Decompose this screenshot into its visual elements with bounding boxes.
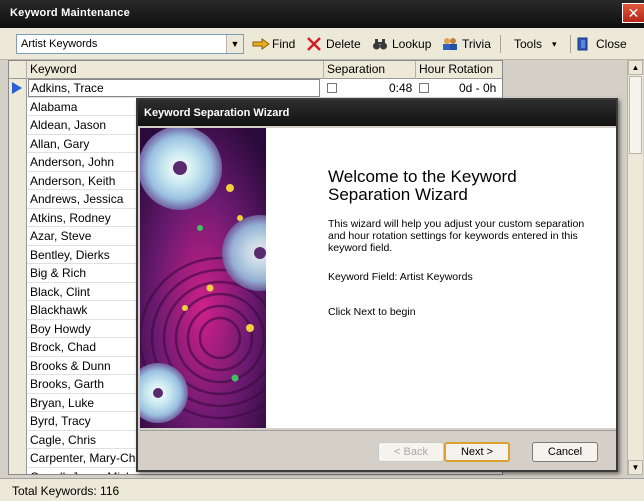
wizard-description: This wizard will help you adjust your cu… <box>328 218 585 254</box>
wizard-instruction: Click Next to begin <box>328 306 416 318</box>
title-bar: Keyword Maintenance ✕ <box>0 0 644 28</box>
hour-rotation-checkbox[interactable] <box>419 83 429 93</box>
delete-x-icon <box>306 37 322 51</box>
keyword-cell[interactable]: Alabama <box>30 100 77 114</box>
lookup-label: Lookup <box>392 37 432 51</box>
keyword-cell[interactable]: Azar, Steve <box>30 229 91 243</box>
tools-dropdown-icon: ▾ <box>552 38 557 49</box>
trivia-button[interactable]: Trivia <box>442 35 491 53</box>
toolbar-divider <box>570 35 571 53</box>
keyword-cell[interactable]: Byrd, Tracy <box>30 414 91 428</box>
close-door-icon <box>576 37 592 51</box>
separation-checkbox[interactable] <box>327 83 337 93</box>
keyword-field-select[interactable]: Artist Keywords ▼ <box>16 34 244 54</box>
keyword-cell[interactable]: Blackhawk <box>30 303 87 317</box>
keyword-cell[interactable]: Atkins, Rodney <box>30 211 111 225</box>
keyword-cell[interactable]: Allan, Gary <box>30 137 89 151</box>
close-button[interactable]: Close <box>576 35 627 53</box>
wizard-title-bar: Keyword Separation Wizard <box>138 100 616 126</box>
hour-rotation-value: 0d - 0h <box>459 81 497 95</box>
wizard-heading: Welcome to the Keyword Separation Wizard <box>328 167 517 204</box>
next-button[interactable]: Next > <box>444 442 510 462</box>
close-label: Close <box>596 37 627 51</box>
wizard-divider <box>140 430 616 431</box>
toolbar: Artist Keywords ▼ Find Delete Lookup Tri… <box>0 28 644 60</box>
keyword-separation-wizard-dialog: Keyword Separation Wizard Welcome to the… <box>136 98 618 472</box>
row-indicator-header <box>9 61 27 79</box>
scroll-up-icon[interactable]: ▲ <box>628 60 643 75</box>
keyword-cell[interactable]: Aldean, Jason <box>30 118 106 132</box>
window-title: Keyword Maintenance <box>10 7 130 19</box>
keyword-maintenance-window: Keyword Maintenance ✕ Artist Keywords ▼ … <box>0 0 644 501</box>
column-header-keyword[interactable]: Keyword <box>27 61 324 79</box>
keyword-cell[interactable]: Anderson, John <box>30 155 114 169</box>
wizard-title: Keyword Separation Wizard <box>144 107 290 119</box>
find-label: Find <box>272 37 296 51</box>
find-button[interactable]: Find <box>252 35 295 53</box>
keyword-cell[interactable]: Boy Howdy <box>30 322 91 336</box>
delete-label: Delete <box>326 37 361 51</box>
keyword-cell[interactable]: Brooks & Dunn <box>30 359 111 373</box>
keyword-cell[interactable]: Adkins, Trace <box>28 79 320 97</box>
keyword-cell[interactable]: Black, Clint <box>30 285 90 299</box>
keyword-cell[interactable]: Andrews, Jessica <box>30 192 123 206</box>
scroll-down-icon[interactable]: ▼ <box>628 460 643 475</box>
keyword-cell[interactable]: Bryan, Luke <box>30 396 94 410</box>
keyword-cell[interactable]: Bentley, Dierks <box>30 248 110 262</box>
back-button[interactable]: < Back <box>378 442 444 462</box>
row-indicator-column <box>9 79 27 474</box>
keyword-cell[interactable]: Cagle, Chris <box>30 433 96 447</box>
table-row[interactable]: Adkins, Trace 0:48 0d - 0h <box>27 79 502 98</box>
tools-menu-button[interactable]: Tools ▾ <box>514 35 557 53</box>
lookup-button[interactable]: Lookup <box>372 35 431 53</box>
cancel-button[interactable]: Cancel <box>532 442 598 462</box>
keyword-cell[interactable]: Carpenter, Mary-Ch <box>30 451 135 465</box>
keyword-cell[interactable]: Big & Rich <box>30 266 86 280</box>
trivia-people-icon <box>442 37 458 51</box>
column-header-hour-rotation[interactable]: Hour Rotation <box>416 61 502 79</box>
trivia-label: Trivia <box>462 37 491 51</box>
keyword-cell[interactable]: Anderson, Keith <box>30 174 115 188</box>
delete-button[interactable]: Delete <box>306 35 361 53</box>
find-arrow-icon <box>252 37 270 51</box>
keyword-field-value: Artist Keywords <box>21 38 98 50</box>
grid-header: Keyword Separation Hour Rotation <box>9 61 502 79</box>
wizard-content-panel: Welcome to the Keyword Separation Wizard… <box>266 128 616 428</box>
keyword-cell[interactable]: Brock, Chad <box>30 340 96 354</box>
column-header-separation[interactable]: Separation <box>324 61 416 79</box>
status-bar: Total Keywords: 116 <box>0 478 644 501</box>
window-close-button[interactable]: ✕ <box>622 3 644 23</box>
keyword-cell[interactable]: Brooks, Garth <box>30 377 104 391</box>
scroll-thumb[interactable] <box>629 76 642 154</box>
wizard-keyword-field-line: Keyword Field: Artist Keywords <box>328 271 473 283</box>
keyword-cell[interactable]: Carroll, Jason Mich <box>30 470 133 475</box>
toolbar-divider <box>500 35 501 53</box>
total-keywords-text: Total Keywords: 116 <box>12 484 120 498</box>
vertical-scrollbar[interactable]: ▲ ▼ <box>627 60 643 475</box>
current-row-arrow-icon <box>12 82 22 94</box>
tools-label: Tools <box>514 37 543 51</box>
lookup-binoculars-icon <box>372 37 388 51</box>
separation-value: 0:48 <box>389 81 413 95</box>
chevron-down-icon[interactable]: ▼ <box>226 35 243 53</box>
wizard-cd-artwork <box>140 128 266 428</box>
